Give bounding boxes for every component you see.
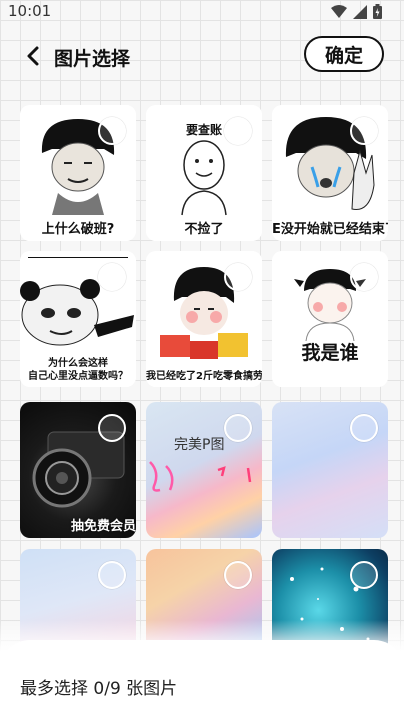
select-checkbox[interactable] xyxy=(350,561,378,589)
app-bar: 图片选择 确定 xyxy=(0,36,404,76)
image-tile[interactable]: 上什么破班? xyxy=(20,105,136,241)
image-caption: 我是谁 xyxy=(301,342,359,364)
image-tile[interactable]: 要查账 不捡了 xyxy=(146,105,262,241)
image-tile[interactable]: 为什么会这样 自己心里没点逼数吗？ xyxy=(20,251,136,387)
signal-icon xyxy=(353,4,367,19)
select-checkbox[interactable] xyxy=(224,117,252,145)
select-checkbox[interactable] xyxy=(350,414,378,442)
select-checkbox[interactable] xyxy=(350,263,378,291)
image-top-text: 完美P图 xyxy=(174,437,225,453)
select-checkbox[interactable] xyxy=(350,117,378,145)
image-tile[interactable]: 完美P图 xyxy=(146,402,262,538)
image-tile[interactable]: 我已经吃了2斤吃零食搞劳下自己 xyxy=(146,251,262,387)
status-icons xyxy=(331,4,382,19)
image-divider xyxy=(28,257,128,258)
wifi-icon xyxy=(331,4,347,18)
select-checkbox[interactable] xyxy=(224,263,252,291)
select-checkbox[interactable] xyxy=(98,117,126,145)
image-caption: 上什么破班? xyxy=(41,222,115,237)
image-tile[interactable]: 抽免费会员 xyxy=(20,402,136,538)
image-tile[interactable]: 我是谁 xyxy=(272,251,388,387)
page-title: 图片选择 xyxy=(54,48,131,70)
status-time: 10:01 xyxy=(8,2,52,20)
back-button[interactable] xyxy=(22,44,46,68)
meme-face-image xyxy=(181,140,227,216)
image-tile[interactable] xyxy=(272,402,388,538)
select-checkbox[interactable] xyxy=(224,561,252,589)
bottom-panel: 最多选择 0/9 张图片 xyxy=(0,640,404,724)
selection-count-text: 最多选择 0/9 张图片 xyxy=(20,679,178,699)
status-bar: 10:01 xyxy=(0,0,404,24)
confirm-button[interactable]: 确定 xyxy=(304,36,384,72)
select-checkbox[interactable] xyxy=(98,414,126,442)
image-caption: 我已经吃了2斤吃零食搞劳下自己 xyxy=(146,371,262,382)
neon-decoration-image xyxy=(149,461,252,492)
image-caption: 抽免费会员 xyxy=(70,519,136,534)
back-arrow-icon xyxy=(27,46,39,66)
image-caption: E没开始就已经结束了 xyxy=(272,222,388,237)
select-checkbox[interactable] xyxy=(224,414,252,442)
image-tile[interactable]: E没开始就已经结束了 xyxy=(272,105,388,241)
select-checkbox[interactable] xyxy=(98,561,126,589)
image-caption: 为什么会这样 自己心里没点逼数吗？ xyxy=(28,358,128,382)
select-checkbox[interactable] xyxy=(98,263,126,291)
battery-icon xyxy=(373,4,382,19)
image-caption: 不捡了 xyxy=(184,222,224,237)
